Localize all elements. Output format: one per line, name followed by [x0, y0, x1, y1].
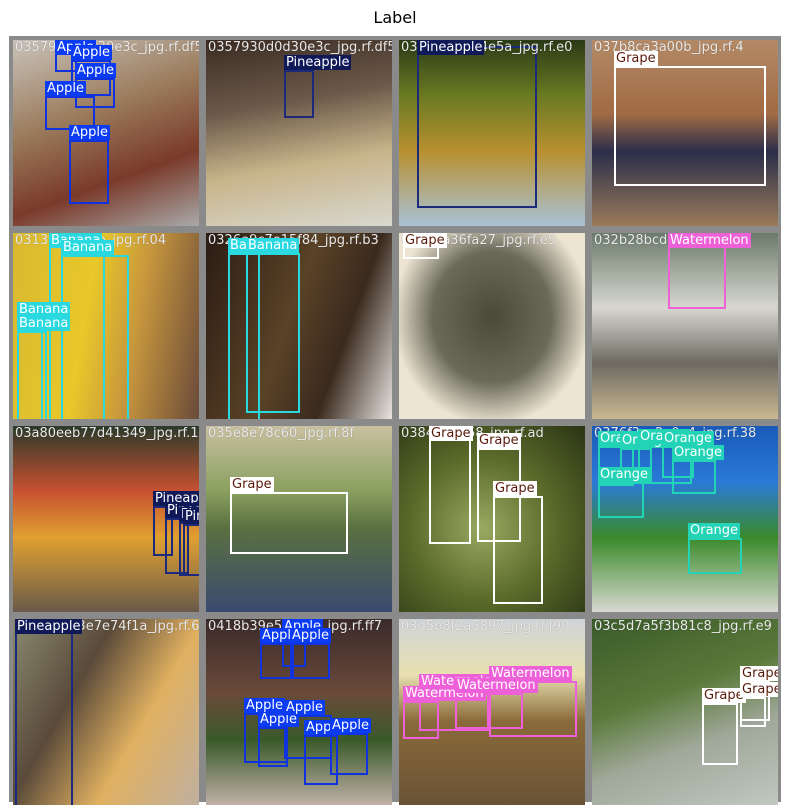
box-label: Grape — [230, 477, 274, 492]
bounding-box — [17, 331, 47, 419]
bounding-box — [688, 538, 742, 574]
bounding-box — [260, 643, 294, 679]
bounding-box — [417, 46, 537, 208]
box-label: Orange — [688, 523, 741, 538]
box-label: Grape — [477, 433, 521, 448]
mosaic-tile: 0313f5f5cb5b_jpg.rf.04BananaBananaBanana… — [13, 233, 199, 419]
box-label: Apple — [284, 700, 326, 715]
mosaic-tile: 03d5b8f2a5897_jpg.rf.f90 Watermelon Waterm… — [399, 619, 585, 805]
mosaic-tile: 035e0335bf4e5a_jpg.rf.e0 Pineapple — [399, 40, 585, 226]
page-title: Label — [373, 8, 417, 27]
box-label: Pineapple — [417, 40, 485, 55]
box-label: Grape — [740, 682, 778, 697]
bounding-box — [330, 733, 368, 775]
bounding-box — [15, 621, 73, 805]
bounding-box — [614, 66, 766, 186]
bounding-box — [290, 643, 330, 679]
box-label: Orange — [598, 467, 651, 482]
bounding-box — [429, 436, 471, 544]
box-label: Pineapple — [15, 619, 83, 634]
box-label: Grape — [493, 481, 537, 496]
box-label: Grape — [614, 51, 658, 66]
mosaic-tile: 0376f3ec2a0e4_jpg.rf.38OrangeOrangeOrang… — [592, 426, 778, 612]
box-label: Banana — [246, 238, 300, 253]
bounding-box — [230, 492, 348, 554]
box-label: Apple — [244, 698, 286, 713]
box-label: Apple — [75, 63, 117, 78]
box-label: Grape — [403, 233, 447, 248]
mosaic-tile: 0384b51b58_jpg.rf.adGrapeGrapeGrape — [399, 426, 585, 612]
tile-filename: 03d5b8f2a5897_jpg.rf.f90 — [401, 619, 570, 634]
box-label: Watermelon — [668, 233, 751, 248]
box-label: Orange — [662, 431, 715, 446]
box-label: Watermelon — [489, 666, 572, 681]
box-label: Apple — [330, 718, 372, 733]
mosaic-tile: 03b5b2f93e7e74f1a_jpg.rf.620 Pineapple — [13, 619, 199, 805]
tile-photo — [399, 233, 585, 419]
bounding-box — [61, 255, 129, 419]
bounding-box — [598, 482, 644, 518]
mosaic-tile: 0418b39e5c5c5a_jpg.rf.ff7AppleAppleApple… — [206, 619, 392, 805]
bounding-box — [672, 460, 716, 494]
tile-filename: 035e8e78c60_jpg.rf.8f — [208, 426, 355, 441]
mosaic-tile: 03c5d7a5f3b81c8_jpg.rf.e9 Grape Grape Grape — [592, 619, 778, 805]
mosaic-tile: 03a80eeb77d41349_jpg.rf.1PineapplePineap… — [13, 426, 199, 612]
mosaic-tile: 032b28bcd93a_jpg.rf.ecWatermelon — [592, 233, 778, 419]
box-label: Apple — [69, 125, 111, 140]
box-label: Banana — [61, 240, 115, 255]
mosaic-tile: 0357930d0d30e3c_jpg.rf.df5376f9e5d2Pinea… — [206, 40, 392, 226]
box-label: Apple — [71, 45, 113, 60]
bounding-box — [702, 703, 738, 765]
image-mosaic: 0357930d0d30e3c_jpg.rf.df5376f9e5d2 Apple… — [9, 36, 781, 805]
bounding-box — [69, 140, 109, 204]
mosaic-tile: 0326e9c7e15f84_jpg.rf.b3BananaBanana — [206, 233, 392, 419]
box-label: Pineapple — [183, 509, 199, 524]
bounding-box — [246, 253, 300, 413]
box-label: Pineapple — [284, 55, 352, 70]
mosaic-tile: 037b8ca3a00b_jpg.rf.4 Grape — [592, 40, 778, 226]
bounding-box — [183, 524, 199, 576]
box-label: Banana — [17, 316, 71, 331]
tile-filename: 03c5d7a5f3b81c8_jpg.rf.e9 — [594, 619, 772, 634]
tile-filename: 03a80eeb77d41349_jpg.rf.1 — [15, 426, 199, 441]
box-label: Grape — [429, 426, 473, 441]
bounding-box — [284, 70, 314, 118]
bounding-box — [668, 241, 726, 309]
box-label: Apple — [290, 628, 332, 643]
mosaic-tile: 0357930d0d30e3c_jpg.rf.df5376f9e5d2Apple… — [13, 40, 199, 226]
mosaic-tile: 035e8e78c60_jpg.rf.8f Grape — [206, 426, 392, 612]
tile-filename: 0357930d0d30e3c_jpg.rf.df5376f9e5d2 — [208, 40, 392, 55]
bounding-box — [493, 496, 543, 604]
box-label: Apple — [45, 81, 87, 96]
box-label: Banana — [17, 302, 71, 317]
mosaic-tile: 034d7a36fa27_jpg.rf.e5 Grape — [399, 233, 585, 419]
box-label: Grape — [740, 666, 778, 681]
box-label: Orange — [672, 445, 725, 460]
